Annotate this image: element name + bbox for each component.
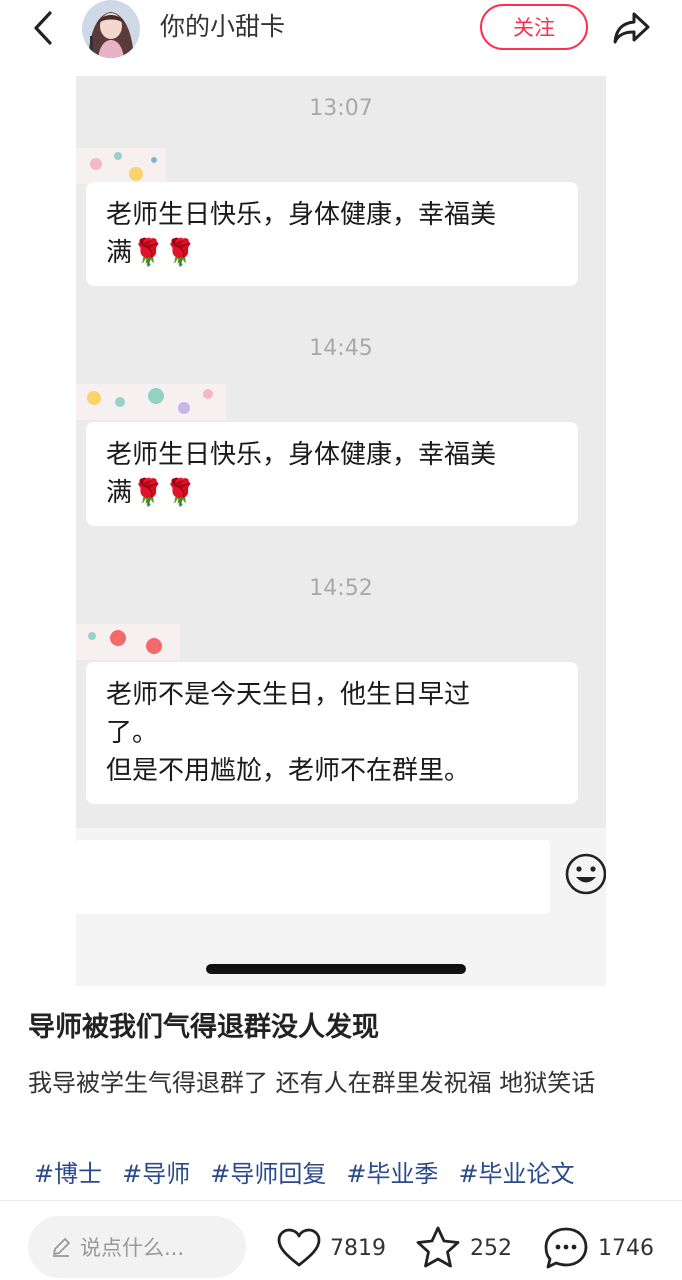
author-avatar[interactable] <box>80 0 142 58</box>
tag-list: #博士 #导师 #导师回复 #毕业季 #毕业论文 <box>34 1154 595 1194</box>
like-button[interactable]: 7819 <box>276 1222 386 1274</box>
post-body: 我导被学生气得退群了 还有人在群里发祝福 地狱笑话 <box>28 1069 596 1097</box>
timestamp: 14:45 <box>309 336 373 361</box>
chat-bubble: 老师生日快乐，身体健康，幸福美 满🌹🌹 <box>86 422 578 526</box>
share-button[interactable] <box>610 8 654 48</box>
share-icon <box>613 12 650 44</box>
back-button[interactable] <box>26 8 60 48</box>
author-name[interactable]: 你的小甜卡 <box>160 12 285 42</box>
comment-count: 1746 <box>598 1235 654 1261</box>
sticker-decoration <box>76 148 166 184</box>
like-count: 7819 <box>330 1235 386 1261</box>
message-line: 但是不用尴尬，老师不在群里。 <box>106 756 471 786</box>
timestamp: 14:52 <box>309 576 373 601</box>
pencil-icon <box>53 1238 70 1257</box>
hashtag[interactable]: #导师回复 <box>210 1160 326 1188</box>
message-line: 满🌹🌹 <box>106 238 197 268</box>
comment-button[interactable]: 1746 <box>542 1222 654 1274</box>
emoji-icon[interactable] <box>564 852 606 896</box>
star-icon <box>416 1226 460 1268</box>
chat-bubble: 老师生日快乐，身体健康，幸福美 满🌹🌹 <box>86 182 578 286</box>
message-line: 老师生日快乐，身体健康，幸福美 <box>106 440 497 470</box>
comment-input[interactable]: 说点什么... <box>28 1216 246 1278</box>
heart-icon <box>277 1228 321 1267</box>
comment-placeholder: 说点什么... <box>80 1236 185 1260</box>
timestamp: 13:07 <box>309 96 373 121</box>
message-line: 了。 <box>106 718 159 748</box>
hashtag[interactable]: #毕业季 <box>346 1160 438 1188</box>
hashtag[interactable]: #导师 <box>122 1160 190 1188</box>
sticker-decoration <box>76 624 180 660</box>
follow-button[interactable]: 关注 <box>480 4 588 50</box>
chat-input-bar <box>76 828 606 986</box>
chat-text-field[interactable] <box>76 840 550 914</box>
collect-count: 252 <box>470 1235 512 1261</box>
home-indicator <box>206 964 466 974</box>
collect-button[interactable]: 252 <box>414 1222 512 1274</box>
chat-screenshot[interactable]: 13:07 老师生日快乐，身体健康，幸福美 满🌹🌹 14:45 老师生日快乐，身… <box>76 76 606 986</box>
message-line: 满🌹🌹 <box>106 478 197 508</box>
top-bar: 你的小甜卡 关注 <box>0 0 682 58</box>
message-line: 老师生日快乐，身体健康，幸福美 <box>106 200 497 230</box>
chat-bubble: 老师不是今天生日，他生日早过 了。 但是不用尴尬，老师不在群里。 <box>86 662 578 804</box>
comment-icon <box>544 1227 588 1269</box>
message-line: 老师不是今天生日，他生日早过 <box>106 680 471 710</box>
divider <box>0 1200 682 1201</box>
post-title: 导师被我们气得退群没人发现 <box>28 1012 379 1043</box>
hashtag[interactable]: #博士 <box>34 1160 102 1188</box>
hashtag[interactable]: #毕业论文 <box>458 1160 574 1188</box>
back-icon <box>34 11 52 45</box>
sticker-decoration <box>76 384 226 420</box>
